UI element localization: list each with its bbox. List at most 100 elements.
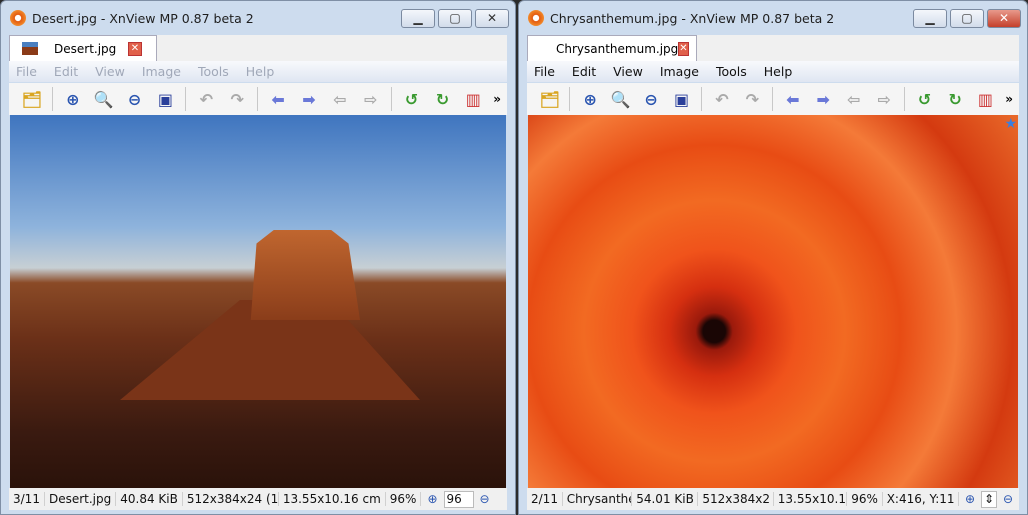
toolbar: 🗂 ⊕ 🔍 ⊖ ▣ ↶ ↷ ⬅ ➡ ⇦ ⇨ ↺ ↻ ▥ » — [9, 83, 507, 115]
fit-icon[interactable]: ▣ — [671, 88, 692, 110]
close-tab-icon[interactable]: ✕ — [678, 41, 689, 56]
window-desert: Desert.jpg - XnView MP 0.87 beta 2 ▁ ▢ ✕ D… — [0, 0, 516, 515]
rotate-right-icon[interactable]: ↻ — [944, 88, 965, 110]
minimize-button[interactable]: ▁ — [913, 8, 947, 28]
last-icon[interactable]: ⇨ — [360, 88, 382, 110]
zoom-in-icon[interactable]: ⊕ — [965, 492, 975, 506]
toolbar-separator — [772, 87, 774, 111]
status-filename: Desert.jpg — [45, 492, 117, 506]
thumbnail-icon — [22, 42, 38, 55]
rotate-left-icon[interactable]: ↺ — [914, 88, 935, 110]
undo-icon[interactable]: ↶ — [711, 88, 732, 110]
status-index: 3/11 — [9, 492, 45, 506]
menu-edit[interactable]: Edit — [54, 64, 78, 79]
menu-tools[interactable]: Tools — [198, 64, 229, 79]
rotate-right-icon[interactable]: ↻ — [432, 88, 454, 110]
tab-bar: Chrysanthemum.jpg ✕ — [527, 35, 1019, 61]
redo-icon[interactable]: ↷ — [742, 88, 763, 110]
histogram-icon[interactable]: ▥ — [975, 88, 996, 110]
close-tab-icon[interactable]: ✕ — [128, 41, 142, 56]
tab-label: Desert.jpg — [54, 41, 117, 56]
star-icon: ★ — [1004, 116, 1017, 132]
status-dims: 512x384x24 (1.3 — [183, 492, 279, 506]
last-icon[interactable]: ⇨ — [873, 88, 894, 110]
zoom-out-icon[interactable]: ⊖ — [480, 492, 490, 506]
menu-help[interactable]: Help — [764, 64, 793, 79]
first-icon[interactable]: ⇦ — [329, 88, 351, 110]
maximize-button[interactable]: ▢ — [438, 8, 472, 28]
status-size: 40.84 KiB — [116, 492, 183, 506]
menu-help[interactable]: Help — [246, 64, 275, 79]
status-coords: X:416, Y:11 — [883, 492, 959, 506]
undo-icon[interactable]: ↶ — [195, 88, 217, 110]
image-view[interactable] — [10, 115, 506, 488]
menu-image[interactable]: Image — [660, 64, 699, 79]
image-view[interactable]: ★ — [528, 115, 1018, 488]
toolbar-separator — [701, 87, 703, 111]
zoom-spinner[interactable]: ⇕ — [981, 490, 997, 508]
menu-bar: File Edit View Image Tools Help — [527, 61, 1019, 82]
status-bar: 3/11 Desert.jpg 40.84 KiB 512x384x24 (1.… — [9, 488, 507, 510]
zoom-input[interactable]: 96 — [443, 490, 474, 508]
status-dims: 512x384x2 — [698, 492, 774, 506]
menu-file[interactable]: File — [16, 64, 37, 79]
zoom-out-icon[interactable]: ⊖ — [124, 88, 146, 110]
previous-icon[interactable]: ⬅ — [267, 88, 289, 110]
zoom-1-1-icon[interactable]: 🔍 — [610, 88, 631, 110]
browser-icon[interactable]: 🗂 — [21, 88, 43, 110]
toolbar-separator — [257, 87, 259, 111]
window-title: Desert.jpg - XnView MP 0.87 beta 2 — [32, 10, 254, 26]
menu-bar: File Edit View Image Tools Help — [9, 61, 507, 82]
status-index: 2/11 — [527, 492, 563, 506]
status-size: 54.01 KiB — [632, 492, 699, 506]
zoom-in-icon[interactable]: ⊕ — [62, 88, 84, 110]
toolbar-separator — [569, 87, 571, 111]
status-zoom: 96% — [847, 492, 883, 506]
zoom-1-1-icon[interactable]: 🔍 — [93, 88, 115, 110]
zoom-in-icon[interactable]: ⊕ — [579, 88, 600, 110]
zoom-out-icon[interactable]: ⊖ — [1003, 492, 1013, 506]
rotate-left-icon[interactable]: ↺ — [401, 88, 423, 110]
title-bar[interactable]: Desert.jpg - XnView MP 0.87 beta 2 ▁ ▢ ✕ — [1, 1, 515, 35]
tab-chrysanthemum[interactable]: Chrysanthemum.jpg ✕ — [527, 35, 697, 61]
menu-file[interactable]: File — [534, 64, 555, 79]
minimize-button[interactable]: ▁ — [401, 8, 435, 28]
first-icon[interactable]: ⇦ — [843, 88, 864, 110]
menu-tools[interactable]: Tools — [716, 64, 747, 79]
close-button[interactable]: ✕ — [475, 8, 509, 28]
mesa-shape — [250, 230, 360, 320]
menu-view[interactable]: View — [95, 64, 125, 79]
toolbar-overflow-button[interactable]: » — [1005, 92, 1013, 106]
menu-view[interactable]: View — [613, 64, 643, 79]
zoom-out-icon[interactable]: ⊖ — [640, 88, 661, 110]
menu-image[interactable]: Image — [142, 64, 181, 79]
xnview-logo-icon — [528, 10, 544, 26]
xnview-logo-icon — [10, 10, 26, 26]
status-filename: Chrysanthe — [563, 492, 633, 506]
status-zoom: 96% — [386, 492, 422, 506]
redo-icon[interactable]: ↷ — [226, 88, 248, 110]
toolbar-overflow-button[interactable]: » — [493, 92, 501, 106]
next-icon[interactable]: ➡ — [298, 88, 320, 110]
fit-icon[interactable]: ▣ — [155, 88, 177, 110]
status-bar: 2/11 Chrysanthe 54.01 KiB 512x384x2 13.5… — [527, 488, 1019, 510]
next-icon[interactable]: ➡ — [813, 88, 834, 110]
window-chrysanthemum: Chrysanthemum.jpg - XnView MP 0.87 beta … — [518, 0, 1028, 515]
toolbar-separator — [903, 87, 905, 111]
close-button[interactable]: ✕ — [987, 8, 1021, 28]
window-title: Chrysanthemum.jpg - XnView MP 0.87 beta … — [550, 10, 835, 26]
toolbar-separator — [390, 87, 392, 111]
status-physical: 13.55x10.1 — [774, 492, 848, 506]
previous-icon[interactable]: ⬅ — [782, 88, 803, 110]
browser-icon[interactable]: 🗂 — [539, 88, 560, 110]
toolbar-separator — [51, 87, 53, 111]
zoom-in-icon[interactable]: ⊕ — [427, 492, 437, 506]
maximize-button[interactable]: ▢ — [950, 8, 984, 28]
tab-desert[interactable]: Desert.jpg ✕ — [9, 35, 157, 61]
tab-bar: Desert.jpg ✕ — [9, 35, 507, 61]
menu-edit[interactable]: Edit — [572, 64, 596, 79]
toolbar: 🗂 ⊕ 🔍 ⊖ ▣ ↶ ↷ ⬅ ➡ ⇦ ⇨ ↺ ↻ ▥ » — [527, 83, 1019, 115]
title-bar[interactable]: Chrysanthemum.jpg - XnView MP 0.87 beta … — [519, 1, 1027, 35]
status-physical: 13.55x10.16 cm — [279, 492, 386, 506]
histogram-icon[interactable]: ▥ — [462, 88, 484, 110]
